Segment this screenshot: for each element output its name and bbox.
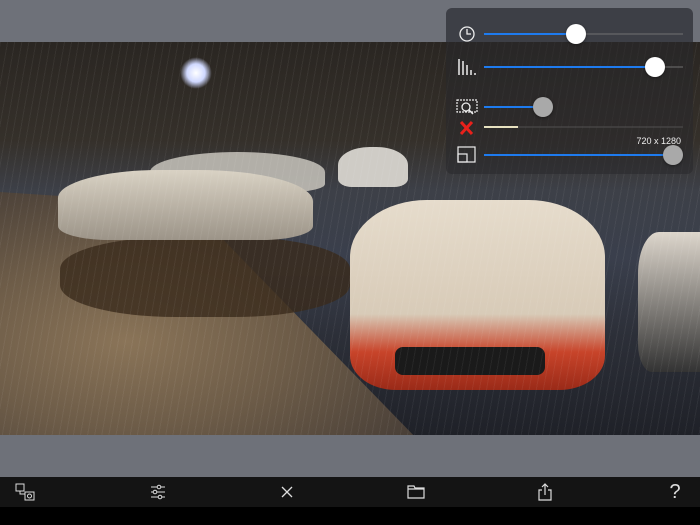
folder-icon — [407, 485, 425, 499]
media-switch-button[interactable] — [13, 481, 37, 503]
film-zoom-icon — [456, 99, 478, 115]
equalizer-bars-icon — [458, 59, 476, 75]
slider-thumb[interactable] — [663, 145, 684, 165]
sliders-icon — [151, 484, 165, 500]
disabled-slider — [484, 126, 683, 128]
zoom-slider[interactable] — [484, 97, 553, 117]
share-button[interactable] — [533, 481, 557, 503]
close-icon — [281, 486, 293, 498]
speed-slider-row — [446, 22, 693, 46]
red-x-icon[interactable] — [456, 118, 478, 138]
speed-slider[interactable] — [484, 24, 683, 44]
bottom-toolbar: ? — [0, 477, 700, 507]
intensity-slider-row — [446, 55, 693, 79]
resolution-slider-row — [446, 143, 693, 167]
close-button[interactable] — [275, 481, 299, 503]
slider-thumb[interactable] — [565, 24, 586, 44]
photo-video-icon — [15, 483, 35, 501]
adjustments-button[interactable] — [146, 481, 170, 503]
intensity-slider[interactable] — [484, 57, 683, 77]
share-icon — [538, 483, 552, 501]
clock-icon — [459, 26, 475, 42]
resolution-icon — [457, 146, 476, 163]
slider-thumb[interactable] — [533, 97, 553, 117]
bottom-bar — [0, 435, 700, 477]
open-folder-button[interactable] — [404, 481, 428, 503]
resolution-slider[interactable] — [484, 145, 684, 165]
adjustment-panel: 720 x 1280 — [446, 8, 693, 174]
help-button[interactable]: ? — [663, 481, 687, 503]
slider-thumb[interactable] — [645, 57, 666, 77]
